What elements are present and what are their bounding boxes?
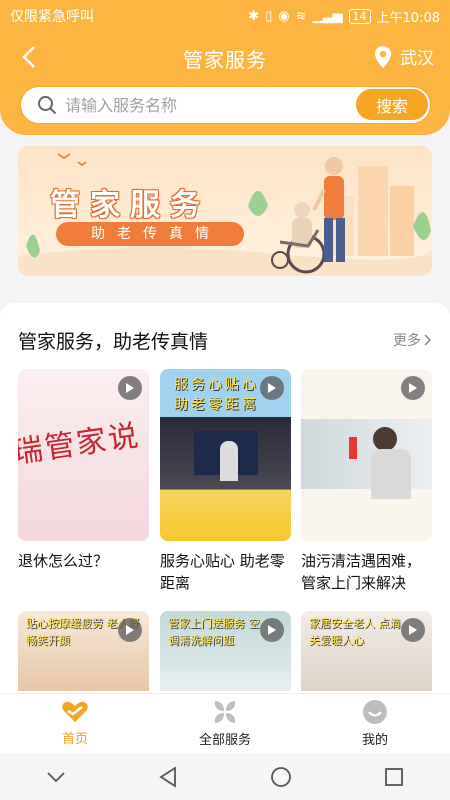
play-icon xyxy=(401,618,425,642)
vibrate-icon: ▯ xyxy=(265,8,273,24)
thumbnail-caption: 瑞管家说 xyxy=(18,418,143,471)
card-title: 油污清洁遇困难，管家上门来解决 xyxy=(301,552,422,592)
video-thumbnail: 瑞管家说 xyxy=(18,369,149,541)
page-title: 管家服务 xyxy=(183,47,267,72)
location-selector[interactable]: 武汉 xyxy=(374,44,434,69)
search-bar: 搜索 xyxy=(20,86,431,124)
section-title: 管家服务，助老传真情 xyxy=(18,331,209,353)
content-section: 管家服务，助老传真情 更多 瑞管家说 退休怎么过？ 服务心贴心 助老零距离 服务… xyxy=(0,303,450,703)
video-card[interactable]: 家居安全老人 点滴关爱暖人心 xyxy=(301,611,432,691)
video-card[interactable]: 贴心按摩缓疲劳 老人舒畅笑开颜 xyxy=(18,611,149,691)
eye-icon: ◉ xyxy=(278,8,290,24)
video-thumbnail: 服务心贴心 助老零距离 xyxy=(160,369,291,541)
grid-petals-icon xyxy=(214,701,236,723)
video-card[interactable]: 瑞管家说 退休怎么过？ xyxy=(18,369,149,572)
video-thumbnail: 贴心按摩缓疲劳 老人舒畅笑开颜 xyxy=(18,611,149,691)
search-icon xyxy=(38,96,57,115)
tab-home[interactable]: 首页 xyxy=(0,694,150,753)
smile-face-icon xyxy=(363,700,387,724)
signal-icon: ▁▃▅ xyxy=(312,8,343,24)
banner-title: 管家服务 xyxy=(50,188,210,223)
tab-profile[interactable]: 我的 xyxy=(300,694,450,753)
video-card[interactable]: 服务心贴心 助老零距离 服务心贴心 助老零距离 xyxy=(160,369,291,594)
tab-label: 全部服务 xyxy=(198,733,251,748)
play-icon xyxy=(118,618,142,642)
play-icon xyxy=(260,376,284,400)
tab-label: 首页 xyxy=(61,732,88,747)
bluetooth-icon: ✱ xyxy=(248,8,260,24)
location-label: 武汉 xyxy=(400,49,434,69)
status-bar: 仅限紧急呼叫 ✱ ▯ ◉ ≋ ▁▃▅ 14 上午10:08 xyxy=(0,0,450,32)
more-link[interactable]: 更多 xyxy=(393,330,432,350)
system-nav-bar xyxy=(0,753,450,800)
chevron-right-icon xyxy=(424,334,432,346)
thumbnail-caption: 家居安全老人 点滴关爱暖人心 xyxy=(309,617,401,647)
tab-label: 我的 xyxy=(361,733,388,748)
video-card[interactable]: 油污清洁遇困难，管家上门来解决 xyxy=(301,369,432,594)
video-card[interactable]: 管家上门送服务 空调清洗解问题 xyxy=(160,611,291,691)
location-pin-icon xyxy=(375,45,391,68)
recents-square-icon[interactable] xyxy=(384,767,404,787)
tab-bar: 首页 全部服务 我的 xyxy=(0,693,450,753)
video-thumbnail xyxy=(301,369,432,541)
more-label: 更多 xyxy=(393,333,421,349)
thumbnail-caption: 服务心贴心 xyxy=(174,377,259,393)
back-triangle-icon[interactable] xyxy=(158,765,178,788)
thumbnail-caption: 助老零距离 xyxy=(174,397,259,413)
card-title: 退休怎么过？ xyxy=(18,552,109,570)
home-heart-icon xyxy=(62,701,88,722)
thumbnail-caption: 管家上门送服务 空调清洗解问题 xyxy=(168,617,260,647)
chevron-down-icon[interactable] xyxy=(46,771,66,783)
video-thumbnail: 家居安全老人 点滴关爱暖人心 xyxy=(301,611,432,691)
play-icon xyxy=(401,376,425,400)
card-title: 服务心贴心 助老零距离 xyxy=(160,552,285,592)
chevron-left-icon xyxy=(22,46,35,68)
play-icon xyxy=(260,618,284,642)
battery-icon: 14 xyxy=(348,8,371,24)
search-button[interactable]: 搜索 xyxy=(356,89,428,120)
video-thumbnail: 管家上门送服务 空调清洗解问题 xyxy=(160,611,291,691)
wifi-icon: ≋ xyxy=(295,8,307,24)
back-button[interactable] xyxy=(14,42,44,72)
nav-bar: 管家服务 武汉 xyxy=(0,38,450,78)
promo-banner[interactable]: 管家服务 助老传真情 xyxy=(18,146,432,276)
clock: 上午10:08 xyxy=(376,10,440,26)
tab-all-services[interactable]: 全部服务 xyxy=(150,694,300,753)
banner-subtitle: 助老传真情 xyxy=(56,222,244,246)
play-icon xyxy=(118,376,142,400)
carrier-text: 仅限紧急呼叫 xyxy=(10,9,94,25)
home-circle-icon[interactable] xyxy=(270,766,292,788)
